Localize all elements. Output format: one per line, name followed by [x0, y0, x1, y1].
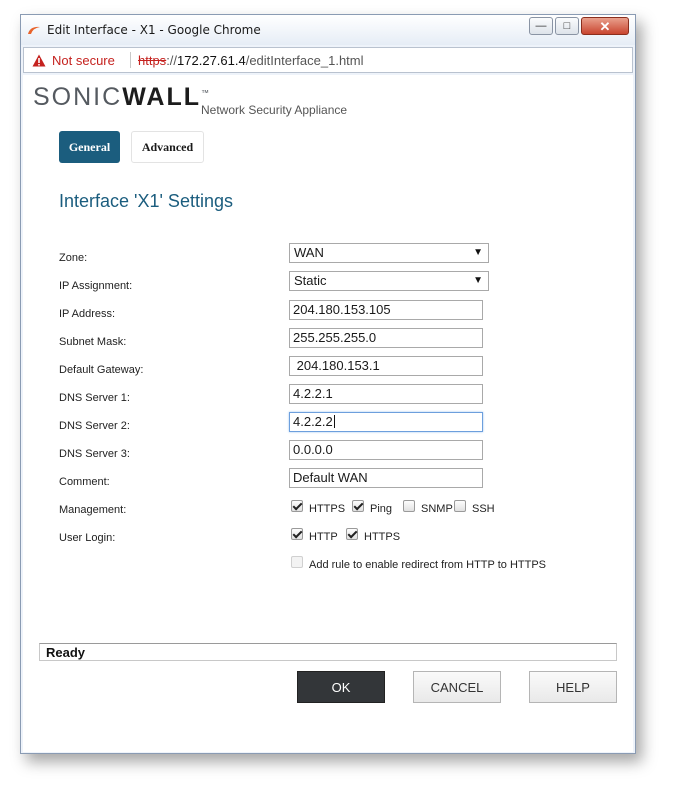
comment-input[interactable]: Default WAN [289, 468, 483, 488]
warning-icon[interactable] [32, 54, 46, 67]
url-separator: :// [166, 53, 178, 68]
close-button[interactable]: ✕ [581, 17, 629, 35]
dropdown-arrow-icon: ▼ [473, 275, 483, 286]
ip-assignment-select[interactable]: Static ▼ [289, 271, 489, 291]
user-login-label: User Login: [59, 532, 116, 544]
minimize-button[interactable]: — [529, 17, 553, 35]
zone-value: WAN [294, 245, 324, 260]
maximize-icon: □ [563, 19, 571, 32]
dns-server-2-input[interactable]: 4.2.2.2 [289, 412, 483, 432]
maximize-button[interactable]: □ [555, 17, 579, 35]
dns-server-1-label: DNS Server 1: [59, 392, 130, 404]
management-ping-checkbox[interactable] [352, 500, 364, 512]
dns-server-2-label: DNS Server 2: [59, 420, 130, 432]
management-https-checkbox[interactable] [291, 500, 303, 512]
address-bar[interactable]: Not secure https://172.27.61.4/editInter… [23, 47, 633, 73]
ip-assignment-value: Static [294, 273, 327, 288]
close-icon: ✕ [599, 18, 611, 34]
logo-trademark: ™ [201, 88, 212, 98]
cancel-button[interactable]: CANCEL [413, 671, 501, 703]
dns-server-1-input[interactable]: 4.2.2.1 [289, 384, 483, 404]
user-login-https-checkbox[interactable] [346, 528, 358, 540]
subnet-mask-label: Subnet Mask: [59, 336, 127, 348]
dns-server-3-input[interactable]: 0.0.0.0 [289, 440, 483, 460]
brand-subtitle: Network Security Appliance [201, 103, 348, 117]
logo-text-bold: WALL [122, 83, 202, 111]
management-snmp-label: SNMP [421, 503, 453, 515]
logo-text-light: SONIC [33, 83, 123, 111]
default-gateway-label: Default Gateway: [59, 364, 144, 376]
management-ssh-checkbox[interactable] [454, 500, 466, 512]
url-host: 172.27.61.4 [177, 53, 246, 68]
url-path: /editInterface_1.html [245, 53, 364, 68]
default-gateway-input[interactable]: 204.180.153.1 [289, 356, 483, 376]
subnet-mask-input[interactable]: 255.255.255.0 [289, 328, 483, 348]
url-scheme: https [138, 53, 167, 68]
title-bar[interactable]: Edit Interface - X1 - Google Chrome — □ … [21, 15, 635, 45]
management-ping-label: Ping [370, 503, 393, 515]
page-content: SONICWALL™ Network Security Appliance Ge… [23, 75, 633, 752]
url-text[interactable]: https://172.27.61.4/editInterface_1.html [138, 53, 364, 68]
dropdown-arrow-icon: ▼ [473, 247, 483, 258]
redirect-rule-label: Add rule to enable redirect from HTTP to… [309, 559, 546, 571]
chrome-logo-icon [28, 26, 40, 34]
tab-advanced[interactable]: Advanced [131, 131, 204, 163]
user-login-http-label: HTTP [309, 531, 338, 543]
user-login-https-label: HTTPS [364, 531, 401, 543]
zone-label: Zone: [59, 252, 88, 264]
dns-server-2-value: 4.2.2.2 [293, 414, 333, 429]
dns-server-3-label: DNS Server 3: [59, 448, 130, 460]
ip-address-input[interactable]: 204.180.153.105 [289, 300, 483, 320]
help-button[interactable]: HELP [529, 671, 617, 703]
text-caret [333, 415, 335, 428]
status-bar: Ready [39, 643, 617, 661]
ip-address-label: IP Address: [59, 308, 116, 320]
browser-window: Edit Interface - X1 - Google Chrome — □ … [20, 14, 636, 754]
management-ssh-label: SSH [472, 503, 495, 515]
sonicwall-logo: SONICWALL™ [33, 83, 211, 112]
minimize-icon: — [535, 19, 547, 32]
zone-select[interactable]: WAN ▼ [289, 243, 489, 263]
window-title: Edit Interface - X1 - Google Chrome [47, 23, 261, 37]
not-secure-label[interactable]: Not secure [52, 53, 115, 68]
comment-label: Comment: [59, 476, 110, 488]
tab-general[interactable]: General [59, 131, 120, 163]
user-login-http-checkbox[interactable] [291, 528, 303, 540]
redirect-rule-checkbox[interactable] [291, 556, 303, 568]
ok-button[interactable]: OK [297, 671, 385, 703]
section-title: Interface 'X1' Settings [59, 191, 233, 211]
ip-assignment-label: IP Assignment: [59, 280, 133, 292]
management-label: Management: [59, 504, 127, 516]
management-https-label: HTTPS [309, 503, 346, 515]
address-divider [130, 52, 131, 68]
management-snmp-checkbox[interactable] [403, 500, 415, 512]
